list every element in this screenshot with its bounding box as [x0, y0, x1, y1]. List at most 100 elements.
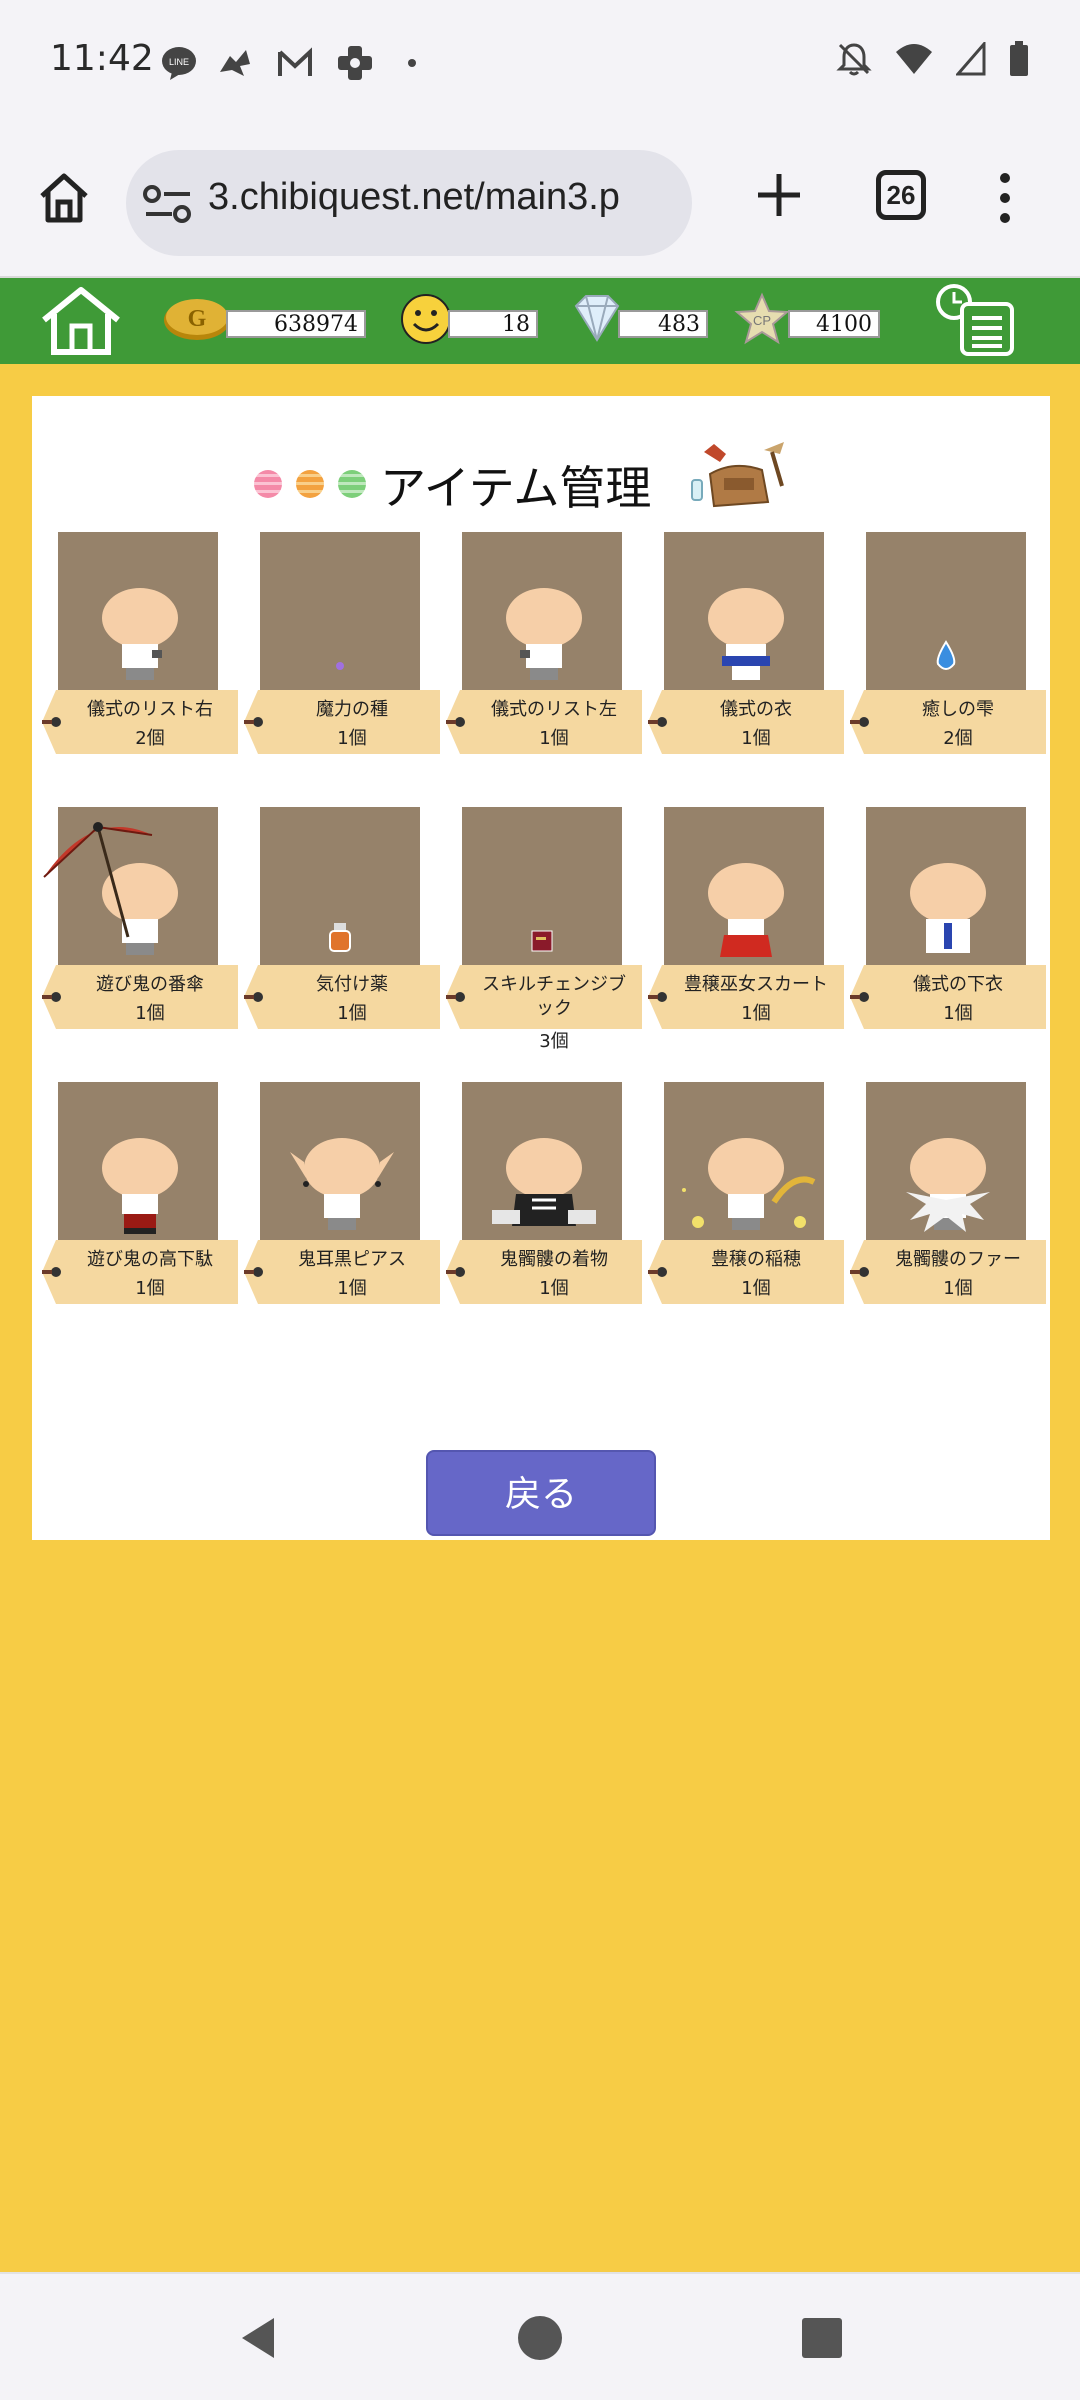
- item-quantity: 1個: [135, 1278, 165, 1299]
- item-quantity: 1個: [539, 1278, 569, 1299]
- home-circle-icon[interactable]: [512, 2310, 568, 2366]
- ritual-lower-garment-icon: [910, 863, 986, 953]
- item-name: スキルチェンジブック: [482, 974, 626, 1019]
- item-card[interactable]: 儀式のリスト右 2個: [42, 532, 244, 758]
- dragon-icon: [220, 50, 250, 76]
- item-name: 豊穣の稲穂: [711, 1249, 801, 1270]
- status-bar: 11:42 LINE: [0, 0, 1080, 130]
- green-macaron-icon: [338, 470, 366, 498]
- item-card[interactable]: 魔力の種 1個: [244, 532, 446, 758]
- item-card[interactable]: 鬼髑髏のファー 1個: [850, 1082, 1052, 1308]
- address-bar[interactable]: 3.chibiquest.net/main3.p: [126, 150, 692, 256]
- item-name: 癒しの雫: [922, 699, 994, 720]
- item-thumbnail: [664, 1082, 824, 1240]
- browser-toolbar: 3.chibiquest.net/main3.p 26: [0, 130, 1080, 278]
- item-card[interactable]: 遊び鬼の番傘 1個: [42, 807, 244, 1033]
- item-card[interactable]: 鬼耳黒ピアス 1個: [244, 1082, 446, 1308]
- browser-home-icon[interactable]: [36, 170, 92, 226]
- line-icon: LINE: [162, 47, 196, 80]
- recents-square-icon[interactable]: [794, 2310, 850, 2366]
- item-name: 魔力の種: [316, 699, 388, 720]
- item-tag: 儀式のリスト左 1個: [446, 690, 642, 754]
- gold-stat: G 638974: [162, 292, 366, 352]
- item-tag: 鬼髑髏の着物 1個: [446, 1240, 642, 1304]
- item-tag: 魔力の種 1個: [244, 690, 440, 754]
- svg-text:G: G: [188, 306, 207, 332]
- item-thumbnail: [664, 807, 824, 965]
- bell-off-icon: [836, 43, 872, 76]
- item-tag: 遊び鬼の高下駄 1個: [42, 1240, 238, 1304]
- smiley-icon: [401, 294, 451, 344]
- browser-menu-icon[interactable]: [990, 170, 1020, 226]
- diamond-stat: 483: [566, 292, 708, 352]
- new-tab-icon[interactable]: [754, 170, 804, 220]
- back-triangle-icon[interactable]: [230, 2310, 286, 2366]
- system-navigation-bar: [0, 2272, 1080, 2400]
- item-card[interactable]: 豊穣巫女スカート 1個: [648, 807, 850, 1033]
- item-thumbnail: [462, 532, 622, 690]
- item-quantity: 1個: [741, 1003, 771, 1024]
- pink-macaron-icon: [254, 470, 282, 498]
- oni-ear-piercing-icon: [290, 1138, 394, 1230]
- miko-skirt-icon: [708, 863, 784, 957]
- gmail-icon: [278, 47, 312, 76]
- item-name: 気付け薬: [316, 974, 388, 995]
- site-settings-icon[interactable]: [142, 184, 194, 224]
- item-name: 儀式の下衣: [913, 974, 1003, 995]
- item-thumbnail: [260, 807, 420, 965]
- item-card[interactable]: スキルチェンジブック 3個: [446, 807, 648, 1052]
- item-quantity: 2個: [135, 728, 165, 749]
- wrist-left-icon: [506, 588, 582, 680]
- magic-seed-icon: [336, 662, 344, 670]
- adventure-bag-icon: [691, 442, 784, 508]
- item-card[interactable]: 儀式のリスト左 1個: [446, 532, 648, 758]
- item-thumbnail: [866, 1082, 1026, 1240]
- item-tag: 儀式の衣 1個: [648, 690, 844, 754]
- item-tag: 儀式の下衣 1個: [850, 965, 1046, 1029]
- item-quantity: 1個: [337, 1278, 367, 1299]
- item-name: 儀式の衣: [720, 699, 792, 720]
- stimulant-bottle-icon: [329, 923, 351, 952]
- item-quantity: 1個: [943, 1278, 973, 1299]
- item-thumbnail: [664, 532, 824, 690]
- item-name: 豊穣巫女スカート: [684, 974, 828, 995]
- healing-drop-icon: [936, 640, 956, 670]
- item-card[interactable]: 気付け薬 1個: [244, 807, 446, 1033]
- item-name: 遊び鬼の番傘: [96, 974, 204, 995]
- red-umbrella-icon: [43, 822, 178, 955]
- item-card[interactable]: 遊び鬼の高下駄 1個: [42, 1082, 244, 1308]
- page-title: アイテム管理: [380, 461, 652, 515]
- item-card[interactable]: 癒しの雫 2個: [850, 532, 1052, 758]
- tab-switcher-button[interactable]: 26: [876, 170, 926, 220]
- item-tag: 豊穣巫女スカート 1個: [648, 965, 844, 1029]
- item-thumbnail: [260, 1082, 420, 1240]
- item-card[interactable]: 儀式の衣 1個: [648, 532, 850, 758]
- item-thumbnail: [462, 1082, 622, 1240]
- more-notifications-dot-icon: [408, 59, 416, 67]
- item-management-panel: アイテム管理 儀式のリスト右 2個 魔力の種 1個 儀式のリスト左 1個 儀式の…: [32, 396, 1050, 1540]
- clock-list-icon[interactable]: [934, 282, 1020, 360]
- gold-coin-icon: G: [164, 299, 230, 340]
- panel-title: アイテム管理: [32, 442, 1050, 518]
- rice-ear-icon: [682, 1138, 816, 1230]
- url-text: 3.chibiquest.net/main3.p: [208, 176, 620, 218]
- battery-icon: [1010, 41, 1028, 76]
- diamond-value: 483: [618, 310, 708, 338]
- item-quantity: 1個: [741, 1278, 771, 1299]
- wrist-right-icon: [102, 588, 178, 680]
- high-geta-icon: [102, 1138, 178, 1234]
- item-thumbnail: [58, 1082, 218, 1240]
- item-thumbnail: [260, 532, 420, 690]
- item-quantity: 1個: [337, 728, 367, 749]
- back-button[interactable]: 戻る: [426, 1450, 656, 1536]
- item-tag: 鬼耳黒ピアス 1個: [244, 1240, 440, 1304]
- item-quantity: 1個: [943, 1003, 973, 1024]
- orange-macaron-icon: [296, 470, 324, 498]
- item-card[interactable]: 鬼髑髏の着物 1個: [446, 1082, 648, 1308]
- item-name: 儀式のリスト左: [491, 699, 617, 720]
- smile-stat: 18: [398, 292, 538, 352]
- game-home-icon[interactable]: [36, 284, 126, 358]
- item-card[interactable]: 儀式の下衣 1個: [850, 807, 1052, 1033]
- item-card[interactable]: 豊穣の稲穂 1個: [648, 1082, 850, 1308]
- item-quantity: 1個: [337, 1003, 367, 1024]
